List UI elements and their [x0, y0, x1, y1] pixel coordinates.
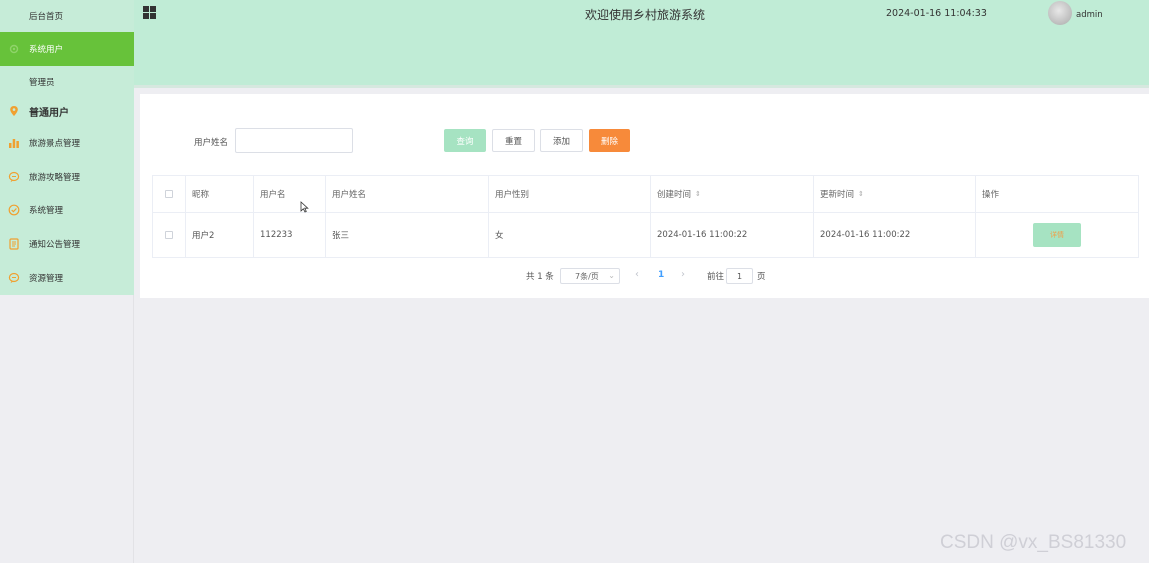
goto-label: 前往 — [707, 272, 725, 282]
column-header: 昵称 — [185, 176, 253, 212]
column-header: 用户姓名 — [325, 176, 488, 212]
row-checkbox[interactable] — [165, 231, 173, 239]
table-cell: 2024-01-16 11:00:22 — [650, 213, 813, 257]
sidebar-item-label: 后台首页 — [29, 12, 64, 22]
document-icon — [8, 238, 20, 250]
sidebar-item-label: 管理员 — [29, 78, 55, 88]
column-header-sortable[interactable]: 更新时间 ⇕ — [813, 176, 975, 212]
sidebar-item-label: 系统用户 — [29, 45, 64, 55]
page-size-value: 7条/页 — [575, 271, 599, 281]
sidebar-item-label: 系统管理 — [29, 206, 64, 216]
main-panel: 用户姓名 查询 重置 添加 删除 昵称 用户名 用户姓名 用户性别 创建时间 ⇕ … — [140, 94, 1149, 298]
prev-page-icon[interactable]: ‹ — [635, 269, 639, 280]
sidebar-item-travel-guides[interactable]: 旅游攻略管理 — [0, 161, 134, 193]
select-all-checkbox[interactable] — [165, 190, 173, 198]
reset-button[interactable]: 重置 — [492, 129, 535, 152]
goto-page-input[interactable] — [726, 268, 753, 284]
sidebar-empty-area — [0, 295, 134, 563]
username[interactable]: admin — [1076, 10, 1103, 20]
table-cell: 2024-01-16 11:00:22 — [813, 213, 975, 257]
column-header: 用户性别 — [488, 176, 650, 212]
current-page-number[interactable]: 1 — [658, 270, 664, 280]
column-header-label: 更新时间 — [820, 190, 855, 200]
chevron-down-icon: ⌄ — [608, 271, 615, 280]
table-cell: 112233 — [253, 213, 325, 257]
sidebar-item-label: 普通用户 — [29, 107, 69, 119]
bar-chart-icon — [8, 137, 20, 149]
sidebar-item-scenic-spots[interactable]: 旅游景点管理 — [0, 127, 134, 159]
page-title: 欢迎使用乡村旅游系统 — [585, 8, 706, 22]
page-size-select[interactable]: 7条/页 ⌄ — [560, 268, 620, 284]
sidebar-item-label: 旅游景点管理 — [29, 139, 81, 149]
check-circle-icon — [8, 204, 20, 216]
pagination-total: 共 1 条 — [526, 272, 554, 282]
sidebar-item-system-management[interactable]: 系统管理 — [0, 194, 134, 226]
menu-grid-icon[interactable] — [143, 6, 156, 19]
page-suffix: 页 — [757, 272, 766, 282]
chat-bubble-icon — [8, 171, 20, 183]
query-button[interactable]: 查询 — [444, 129, 486, 152]
watermark-text: CSDN @vx_BS81330 — [940, 532, 1127, 553]
sidebar-item-system-users[interactable]: 系统用户 — [0, 32, 134, 66]
column-header: 用户名 — [253, 176, 325, 212]
add-button[interactable]: 添加 — [540, 129, 583, 152]
mouse-cursor-icon — [300, 201, 309, 213]
table-cell: 张三 — [325, 213, 488, 257]
sidebar-item-home[interactable]: 后台首页 — [0, 0, 134, 32]
sidebar: 后台首页 系统用户 管理员 普通用户 旅游景点管理 旅游攻略管理 系统管理 通知… — [0, 0, 134, 295]
avatar[interactable] — [1048, 1, 1072, 25]
table-cell: 女 — [488, 213, 650, 257]
gear-icon — [8, 43, 20, 55]
current-datetime: 2024-01-16 11:04:33 — [886, 8, 987, 19]
column-header-label: 创建时间 — [657, 190, 692, 200]
users-table: 昵称 用户名 用户姓名 用户性别 创建时间 ⇕ 更新时间 ⇕ 操作 用户2 1122… — [152, 175, 1139, 258]
sidebar-item-normal-users[interactable]: 普通用户 — [0, 95, 134, 127]
table-cell: 用户2 — [185, 213, 253, 257]
sidebar-item-label: 资源管理 — [29, 274, 64, 284]
sidebar-item-label: 旅游攻略管理 — [29, 173, 81, 183]
column-header-sortable[interactable]: 创建时间 ⇕ — [650, 176, 813, 212]
sidebar-item-admins[interactable]: 管理员 — [0, 66, 134, 98]
select-all-cell — [152, 176, 185, 212]
column-header: 操作 — [975, 176, 1139, 212]
sidebar-item-resources[interactable]: 资源管理 — [0, 262, 134, 294]
sidebar-item-label: 通知公告管理 — [29, 240, 81, 250]
chat-bubble-icon — [8, 272, 20, 284]
name-search-input[interactable] — [235, 128, 353, 153]
delete-button[interactable]: 删除 — [589, 129, 630, 152]
top-header: 欢迎使用乡村旅游系统 2024-01-16 11:04:33 admin — [134, 0, 1149, 88]
actions-cell: 详情 — [975, 213, 1139, 257]
sort-icon[interactable]: ⇕ — [858, 190, 864, 198]
search-label: 用户姓名 — [194, 138, 229, 148]
detail-button[interactable]: 详情 — [1033, 223, 1081, 247]
sidebar-item-notices[interactable]: 通知公告管理 — [0, 228, 134, 260]
sort-icon[interactable]: ⇕ — [695, 190, 701, 198]
next-page-icon[interactable]: › — [681, 269, 685, 280]
location-pin-icon — [8, 105, 20, 117]
table-row: 用户2 112233 张三 女 2024-01-16 11:00:22 2024… — [152, 213, 1139, 258]
row-select-cell — [152, 213, 185, 257]
